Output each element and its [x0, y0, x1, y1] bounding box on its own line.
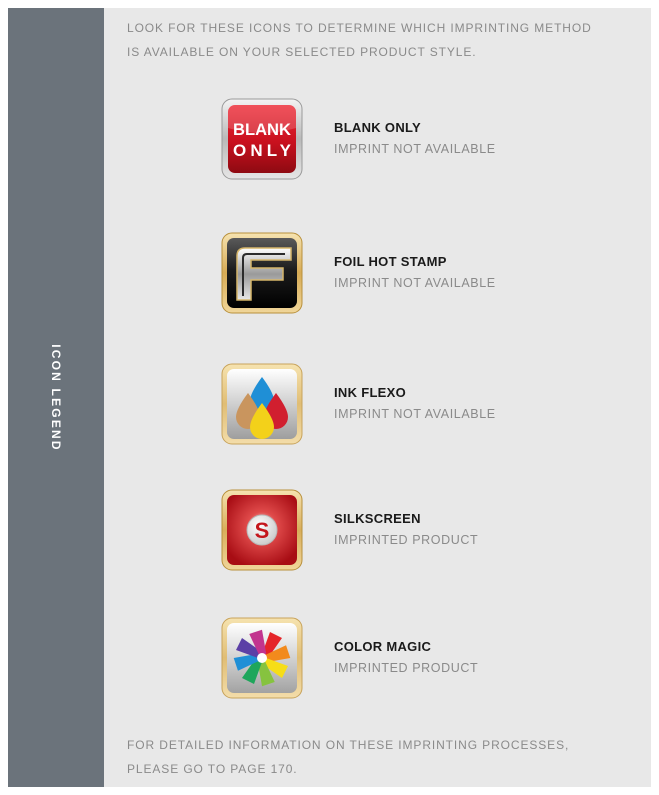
silkscreen-icon: S	[221, 489, 303, 571]
footer-line-1: FOR DETAILED INFORMATION ON THESE IMPRIN…	[127, 738, 570, 752]
blank-only-icon-text-1: BLANK	[233, 120, 292, 139]
item-subtitle: IMPRINTED PRODUCT	[334, 533, 479, 547]
blank-only-icon-text-2: ONLY	[233, 141, 292, 160]
sidebar: ICON LEGEND	[8, 8, 104, 787]
legend-item-silkscreen: S SILKSCREEN IMPRINTED PRODUCT	[221, 489, 641, 573]
intro-text: LOOK FOR THESE ICONS TO DETERMINE WHICH …	[127, 16, 647, 64]
footer-line-2: PLEASE GO TO PAGE 170.	[127, 762, 298, 776]
ink-flexo-icon	[221, 363, 303, 445]
icon-legend-page: ICON LEGEND LOOK FOR THESE ICONS TO DETE…	[8, 8, 651, 787]
blank-only-icon: BLANK ONLY	[221, 98, 303, 180]
item-subtitle: IMPRINT NOT AVAILABLE	[334, 407, 496, 421]
legend-item-blank-only: BLANK ONLY BLANK ONLY IMPRINT NOT AVAILA…	[221, 98, 641, 182]
item-subtitle: IMPRINTED PRODUCT	[334, 661, 479, 675]
sidebar-label: ICON LEGEND	[49, 344, 63, 452]
intro-line-2: IS AVAILABLE ON YOUR SELECTED PRODUCT ST…	[127, 45, 477, 59]
item-title: BLANK ONLY	[334, 120, 422, 135]
foil-hot-stamp-icon	[221, 232, 303, 314]
legend-item-foil-hot-stamp: FOIL HOT STAMP IMPRINT NOT AVAILABLE	[221, 232, 641, 316]
intro-line-1: LOOK FOR THESE ICONS TO DETERMINE WHICH …	[127, 21, 592, 35]
legend-item-color-magic: COLOR MAGIC IMPRINTED PRODUCT	[221, 617, 641, 701]
item-subtitle: IMPRINT NOT AVAILABLE	[334, 276, 496, 290]
silkscreen-icon-text: S	[255, 518, 270, 543]
item-title: COLOR MAGIC	[334, 639, 432, 654]
legend-item-ink-flexo: INK FLEXO IMPRINT NOT AVAILABLE	[221, 363, 641, 447]
item-title: FOIL HOT STAMP	[334, 254, 447, 269]
footer-text: FOR DETAILED INFORMATION ON THESE IMPRIN…	[127, 733, 647, 781]
color-magic-icon	[221, 617, 303, 699]
item-subtitle: IMPRINT NOT AVAILABLE	[334, 142, 496, 156]
item-title: INK FLEXO	[334, 385, 407, 400]
item-title: SILKSCREEN	[334, 511, 421, 526]
